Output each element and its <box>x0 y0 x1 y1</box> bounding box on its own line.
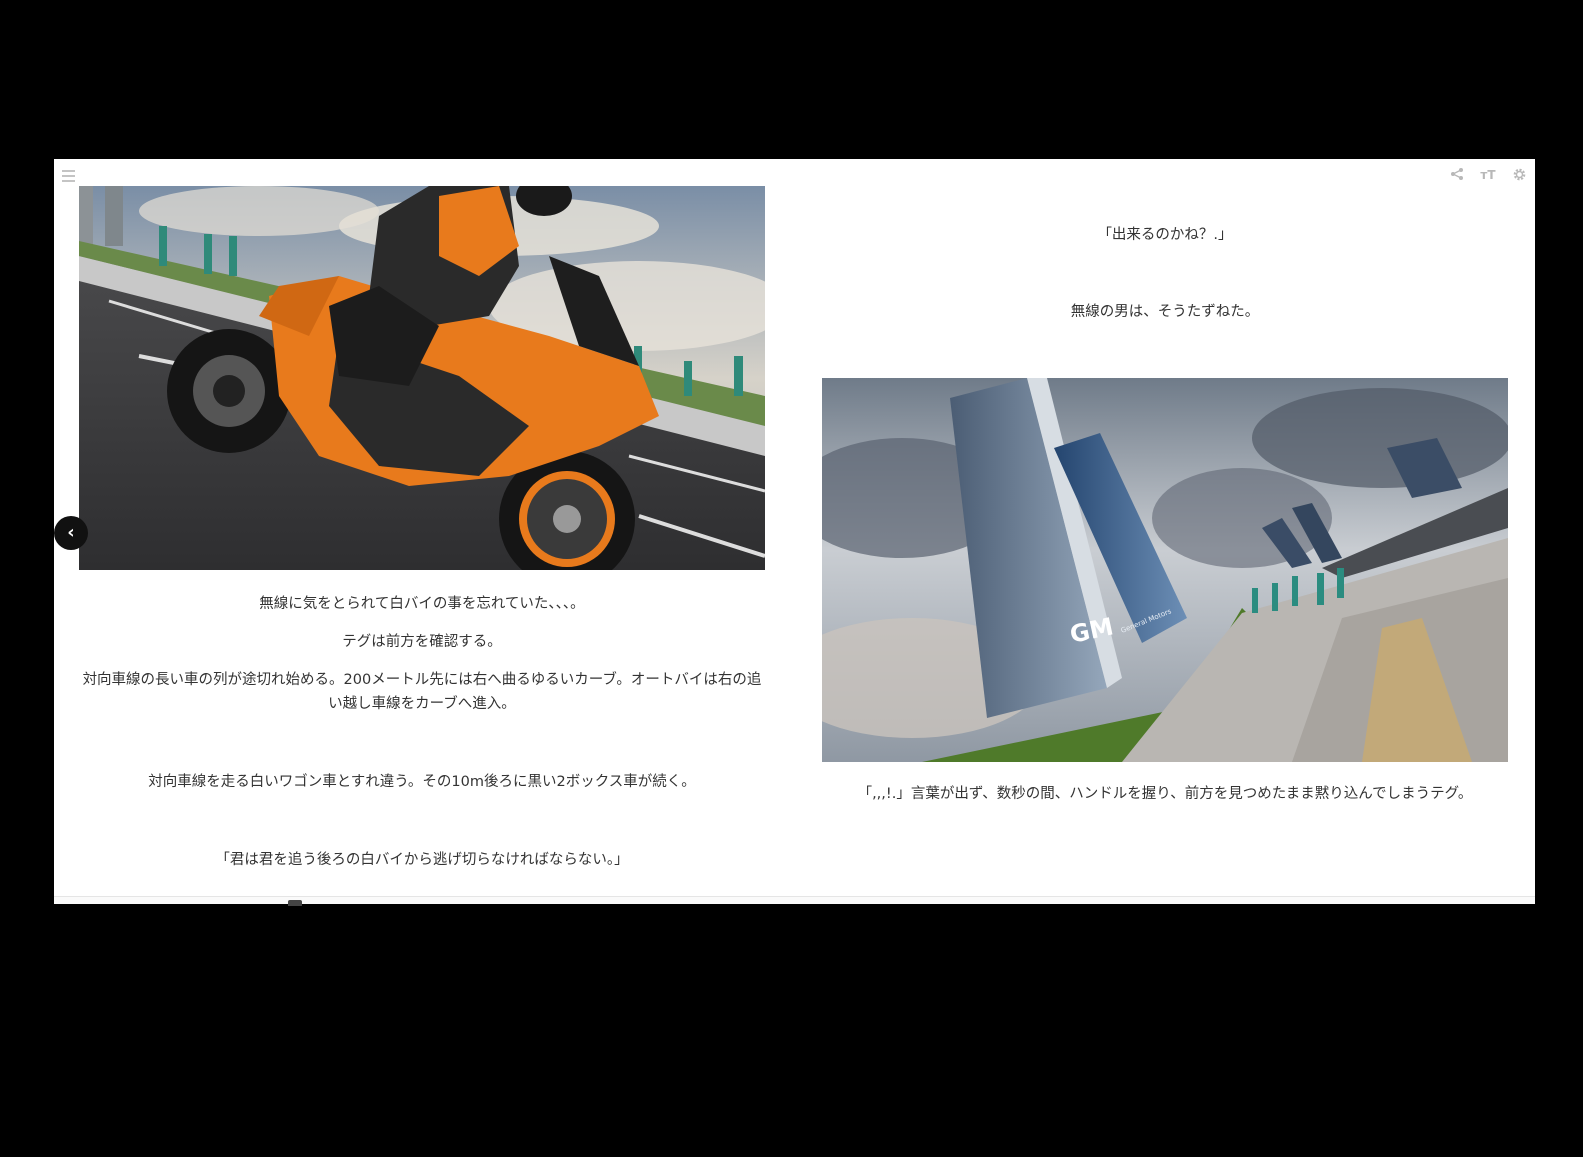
font-size-icon[interactable]: тT <box>1480 167 1496 183</box>
gear-icon[interactable] <box>1511 167 1527 183</box>
right-paragraph-1: 「出来るのかね？.」 <box>1097 227 1233 243</box>
reader-viewport: тT 無線に気をとられて白バイの事を忘れていた、、、。 テグは前方を確認する。 … <box>54 159 1535 906</box>
gm-tower-illustration: GM General Motors <box>822 378 1508 762</box>
right-paragraph-3: 「,,,!.」言葉が出ず、数秒の間、ハンドルを握り、前方を見つめたまま黙り込んで… <box>857 786 1473 802</box>
progress-handle[interactable] <box>288 900 302 906</box>
right-page: 「出来るのかね？.」 無線の男は、そうたずねた。 GM General Moto… <box>822 186 1508 806</box>
left-page: 無線に気をとられて白バイの事を忘れていた、、、。 テグは前方を確認する。 対向車… <box>79 186 765 872</box>
previous-page-button[interactable]: ‹ <box>54 516 88 550</box>
share-icon[interactable] <box>1449 167 1465 183</box>
progress-bar[interactable] <box>54 896 1535 906</box>
left-paragraph-1: 無線に気をとられて白バイの事を忘れていた、、、。 <box>259 596 585 612</box>
motorcycle-illustration <box>79 186 765 570</box>
left-paragraph-4: 対向車線を走る白いワゴン車とすれ違う。その10m後ろに黒い2ボックス車が続く。 <box>148 774 696 790</box>
left-paragraph-5: 「君は君を追う後ろの白バイから逃げ切らなければならない。」 <box>215 852 629 868</box>
menu-icon[interactable] <box>60 167 76 183</box>
chevron-left-icon: ‹ <box>67 522 75 543</box>
left-paragraph-2: テグは前方を確認する。 <box>342 634 502 650</box>
right-paragraph-2: 無線の男は、そうたずねた。 <box>1070 304 1260 320</box>
left-paragraph-3: 対向車線の長い車の列が途切れ始める。200メートル先には右へ曲るゆるいカーブ。オ… <box>82 672 762 712</box>
